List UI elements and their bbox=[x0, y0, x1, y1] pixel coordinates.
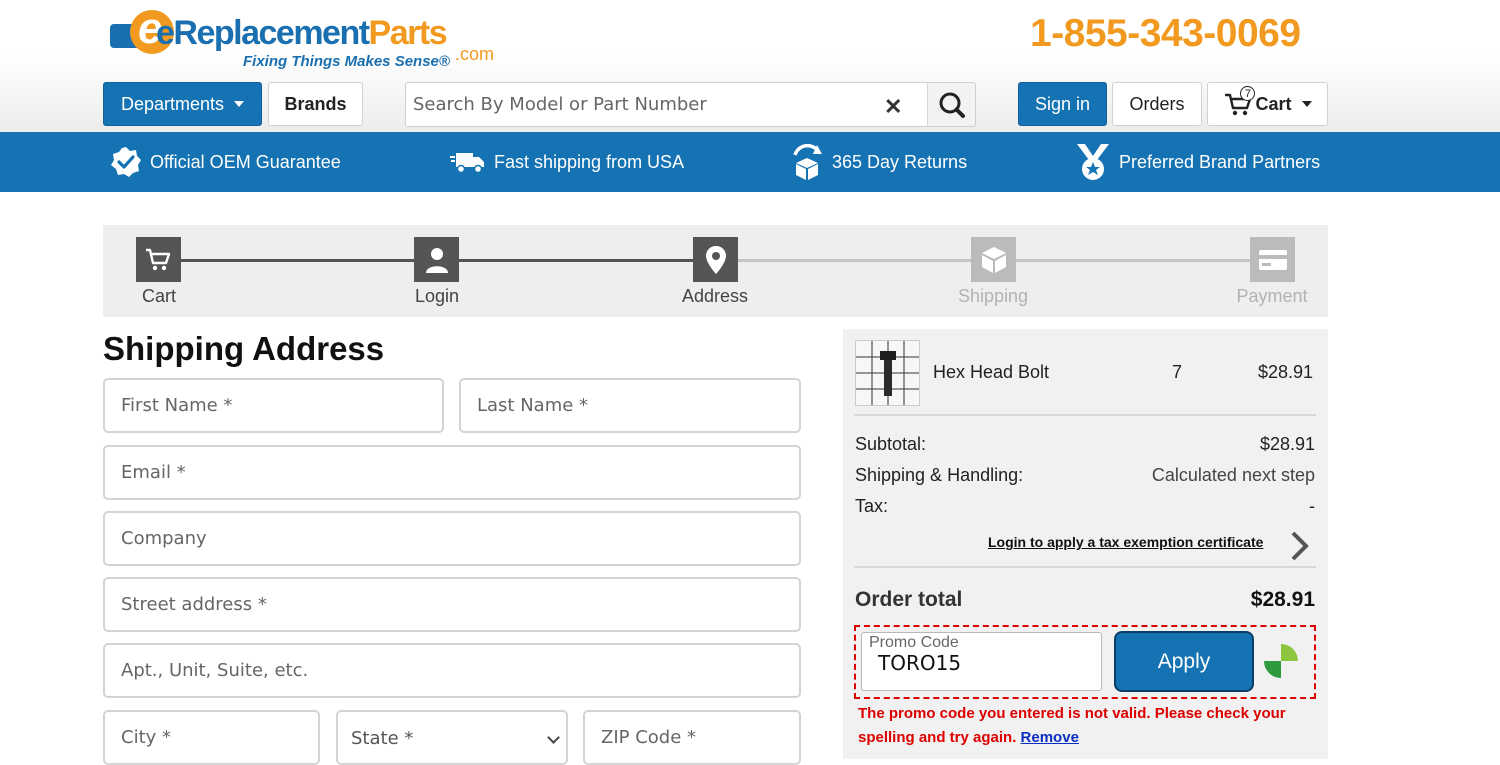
band-label-oem: Official OEM Guarantee bbox=[150, 151, 341, 172]
caret-down-icon bbox=[1301, 101, 1312, 107]
logo-suffix: .com bbox=[455, 44, 495, 64]
shipping-label: Shipping & Handling: bbox=[855, 465, 1024, 485]
caret-down-icon bbox=[234, 101, 245, 107]
band-label-partners: Preferred Brand Partners bbox=[1119, 151, 1321, 172]
subtotal-value: $28.91 bbox=[1259, 434, 1315, 454]
band-label-returns: 365 Day Returns bbox=[832, 151, 968, 172]
box-icon bbox=[981, 246, 1006, 273]
tax-value: - bbox=[1309, 496, 1315, 516]
search-input[interactable] bbox=[406, 83, 886, 126]
step-cart[interactable] bbox=[136, 237, 181, 282]
page-title: Shipping Address bbox=[103, 330, 385, 367]
step-shipping bbox=[971, 237, 1016, 282]
hex-bolt-image bbox=[856, 341, 919, 405]
logo-brand-main: eReplacement bbox=[156, 14, 370, 52]
cart-icon: 7 bbox=[1223, 86, 1256, 117]
orders-label: Orders bbox=[1129, 93, 1185, 114]
departments-button[interactable]: Departments bbox=[103, 82, 262, 126]
company-field[interactable] bbox=[103, 511, 801, 566]
apt-field[interactable] bbox=[103, 643, 801, 698]
step-label-shipping: Shipping bbox=[957, 286, 1029, 306]
brands-button[interactable]: Brands bbox=[268, 82, 363, 126]
state-select-label: State * bbox=[351, 728, 414, 749]
item-name: Hex Head Bolt bbox=[933, 362, 1050, 382]
sign-in-label: Sign in bbox=[1034, 93, 1091, 114]
map-pin-icon bbox=[705, 245, 726, 274]
promo-code-input[interactable] bbox=[871, 650, 1091, 676]
phone-number[interactable]: 1-855-343-0069 bbox=[1030, 12, 1301, 56]
state-select[interactable]: State * bbox=[336, 710, 568, 765]
logo-tagline: Fixing Things Makes Sense® bbox=[243, 53, 450, 70]
order-total-value: $28.91 bbox=[1250, 588, 1315, 611]
band-item-shipping: Fast shipping from USA bbox=[450, 132, 684, 192]
medal-icon bbox=[1077, 144, 1109, 180]
clear-search-icon[interactable]: ✕ bbox=[884, 94, 902, 120]
sign-in-button[interactable]: Sign in bbox=[1018, 82, 1107, 126]
site-logo[interactable]: eReplacementParts .com Fixing Things Mak… bbox=[110, 2, 510, 74]
orders-button[interactable]: Orders bbox=[1112, 82, 1202, 126]
apply-button[interactable]: Apply bbox=[1114, 631, 1254, 692]
band-item-partners: Preferred Brand Partners bbox=[1075, 132, 1320, 192]
loading-spinner-icon bbox=[1264, 644, 1298, 678]
brands-label: Brands bbox=[284, 93, 347, 114]
step-address bbox=[693, 237, 738, 282]
returns-box-icon bbox=[793, 143, 822, 180]
check-badge-icon bbox=[111, 147, 141, 177]
cart-label: Cart bbox=[1255, 93, 1292, 114]
tax-label: Tax: bbox=[855, 496, 889, 516]
benefits-band: Official OEM Guarantee Fast shipping fro… bbox=[0, 132, 1500, 192]
first-name-field[interactable] bbox=[103, 378, 444, 433]
item-quantity: 7 bbox=[1172, 362, 1183, 382]
divider bbox=[854, 414, 1316, 416]
credit-card-icon bbox=[1258, 249, 1287, 270]
step-payment bbox=[1250, 237, 1295, 282]
tax-exemption-link[interactable]: Login to apply a tax exemption certifica… bbox=[988, 534, 1263, 550]
step-login[interactable] bbox=[414, 237, 459, 282]
step-label-payment: Payment bbox=[1236, 286, 1308, 306]
user-icon bbox=[425, 247, 448, 273]
cart-icon bbox=[145, 248, 170, 270]
band-label-shipping: Fast shipping from USA bbox=[494, 151, 685, 172]
step-label-login: Login bbox=[414, 286, 460, 306]
search-button[interactable] bbox=[927, 82, 976, 127]
divider bbox=[854, 566, 1316, 568]
order-total-label: Order total bbox=[855, 588, 963, 611]
remove-promo-link[interactable]: Remove bbox=[1021, 729, 1079, 746]
street-address-field[interactable] bbox=[103, 577, 801, 632]
item-price: $28.91 bbox=[1258, 362, 1314, 382]
email-field[interactable] bbox=[103, 445, 801, 500]
apply-label: Apply bbox=[1157, 649, 1211, 673]
chevron-right-icon[interactable] bbox=[1288, 530, 1312, 562]
band-item-returns: 365 Day Returns bbox=[790, 132, 967, 192]
promo-error-message: The promo code you entered is not valid.… bbox=[858, 702, 1318, 750]
logo-brand-accent: Parts bbox=[368, 14, 448, 52]
product-thumbnail[interactable] bbox=[855, 340, 920, 406]
band-item-oem: Official OEM Guarantee bbox=[110, 132, 341, 192]
truck-icon bbox=[450, 153, 484, 174]
step-label-address: Address bbox=[681, 286, 749, 306]
step-label-cart: Cart bbox=[141, 286, 176, 306]
city-field[interactable] bbox=[103, 710, 320, 765]
last-name-field[interactable] bbox=[459, 378, 801, 433]
departments-label: Departments bbox=[120, 93, 225, 114]
cart-button[interactable]: 7 Cart bbox=[1207, 82, 1328, 126]
shipping-value: Calculated next step bbox=[1151, 465, 1315, 485]
subtotal-label: Subtotal: bbox=[855, 434, 927, 454]
zip-code-field[interactable] bbox=[583, 710, 801, 765]
search-icon bbox=[939, 92, 965, 118]
